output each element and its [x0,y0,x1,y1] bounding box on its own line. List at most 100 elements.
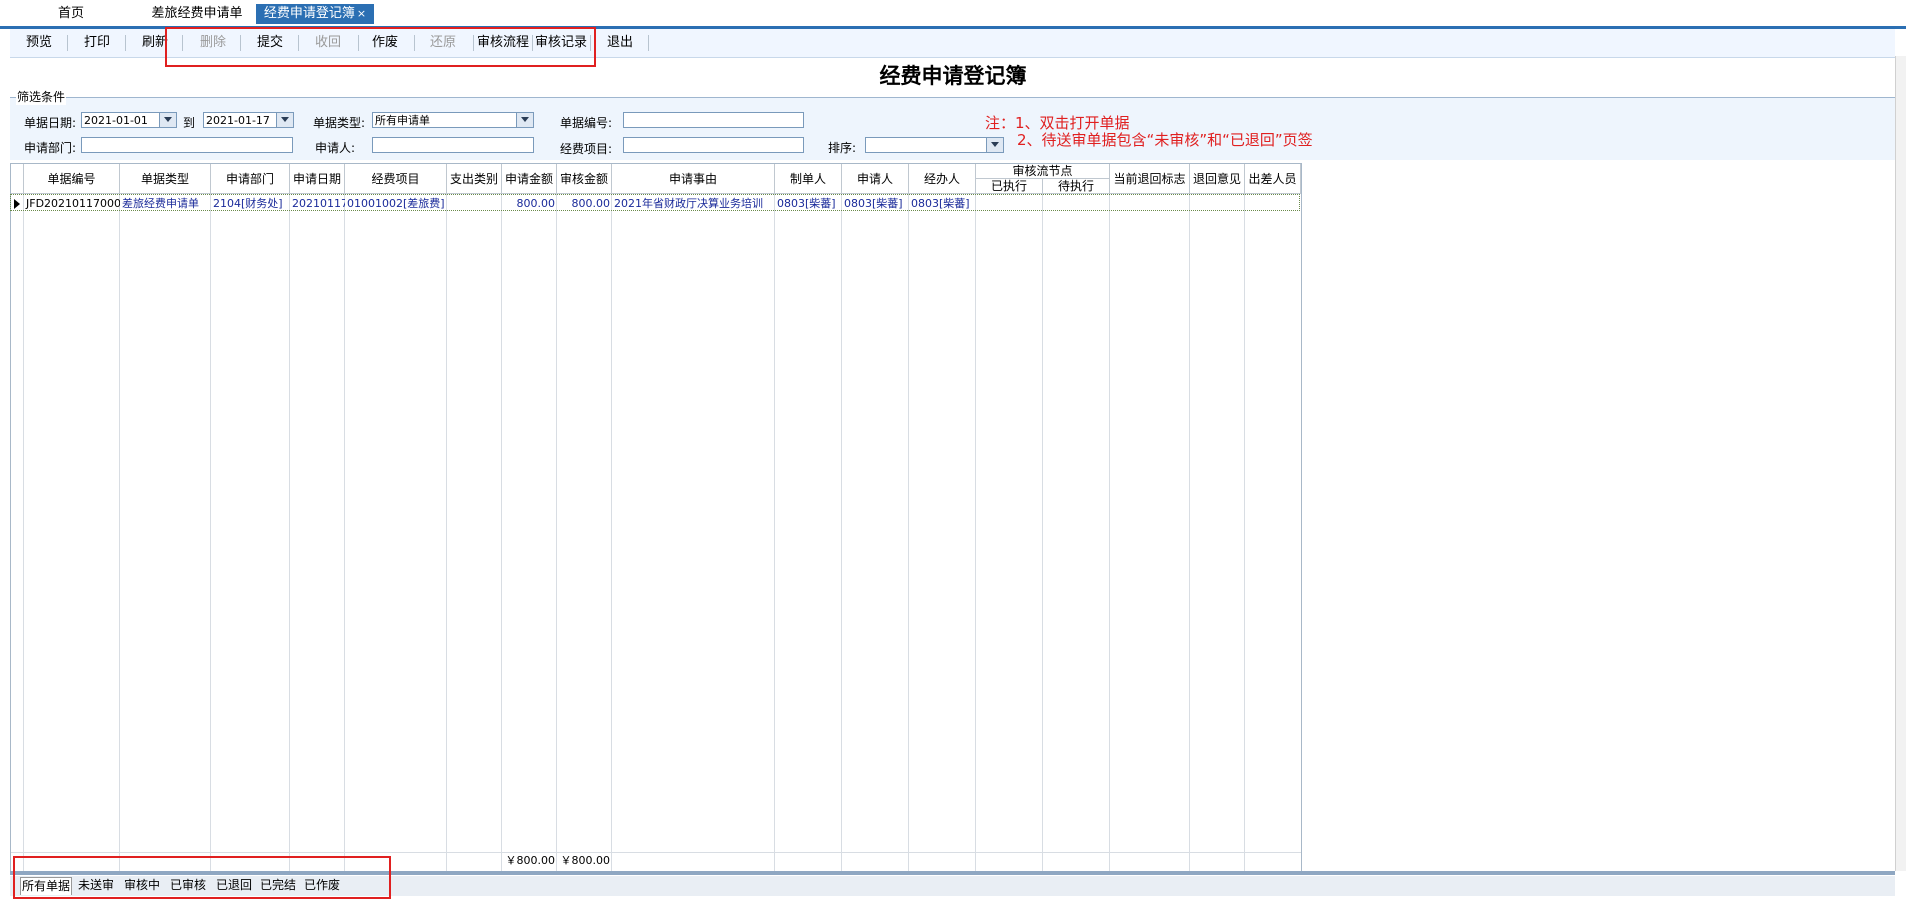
cell-type[interactable]: 差旅经费申请单 [120,195,211,212]
note-line-2: 2、待送审单据包含“未审核”和“已退回”页签 [1017,131,1313,149]
sort-select[interactable] [865,137,1004,153]
col-divider [501,194,502,872]
col-divider [611,194,612,872]
total-apply-amount: ￥800.00 [505,854,556,867]
tab-strip: 首页 差旅经费申请单 经费申请登记簿 × [0,0,1906,29]
col-header-dept[interactable]: 申请部门 [211,164,290,194]
chevron-down-icon[interactable] [986,138,1003,152]
col-header-item[interactable]: 经费项目 [345,164,447,194]
col-header-type[interactable]: 单据类型 [120,164,211,194]
item-input[interactable] [623,137,804,153]
cell-maker[interactable]: 0803[柴蕃] [775,195,842,212]
date-from-value: 2021-01-01 [84,114,148,127]
col-header-return-opinion[interactable]: 退回意见 [1190,164,1245,194]
cell-apply-amount[interactable]: 800.00 [502,195,557,212]
tab-travel-application[interactable]: 差旅经费申请单 [142,4,252,24]
sort-label: 排序: [828,141,857,155]
date-to-select[interactable]: 2021-01-17 [203,112,294,128]
chevron-down-icon[interactable] [276,113,293,127]
number-label: 单据编号: [560,116,613,130]
cell-approve-amount[interactable]: 800.00 [557,195,612,212]
tab-travel-application-label: 差旅经费申请单 [151,6,243,21]
cell-item[interactable]: 01001002[差旅费] [345,195,447,212]
col-header-approve-amount[interactable]: 审核金额 [557,164,612,194]
summary-divider [11,852,1301,853]
toolbar-divider [125,35,126,51]
cell-handler[interactable]: 0803[柴蕃] [909,195,976,212]
cell-date[interactable]: 20210117 [290,195,345,212]
col-divider [841,194,842,872]
close-icon[interactable]: × [357,7,366,20]
vertical-scrollbar[interactable] [1895,56,1906,871]
cell-executed[interactable] [976,195,1043,212]
number-input[interactable] [623,112,804,128]
tab-home-label: 首页 [57,6,84,21]
col-divider [908,194,909,872]
cell-pending[interactable] [1043,195,1110,212]
preview-button[interactable]: 预览 [22,34,56,52]
cell-applicant[interactable]: 0803[柴蕃] [842,195,909,212]
col-divider [289,194,290,872]
col-header-maker[interactable]: 制单人 [775,164,842,194]
row-pointer-icon [14,199,20,209]
col-divider [1109,194,1110,872]
applicant-input[interactable] [372,137,534,153]
col-header-travelers[interactable]: 出差人员 [1245,164,1301,194]
col-header-reason[interactable]: 申请事由 [612,164,775,194]
col-header-date[interactable]: 申请日期 [290,164,345,194]
cell-number[interactable]: JFD202101170001 [24,195,120,212]
date-to-value: 2021-01-17 [206,114,270,127]
chevron-down-icon[interactable] [516,113,533,127]
col-header-pending[interactable]: 待执行 [1043,179,1110,194]
total-approve-amount: ￥800.00 [560,854,611,867]
dept-label: 申请部门: [24,141,77,155]
applicant-label: 申请人: [315,141,356,155]
exit-button[interactable]: 退出 [603,34,637,52]
type-select[interactable]: 所有申请单 [372,112,534,128]
col-divider [344,194,345,872]
col-header-flow-node[interactable]: 审核流节点 [976,164,1110,179]
col-divider [774,194,775,872]
cell-dept[interactable]: 2104[财务处] [211,195,290,212]
tab-home[interactable]: 首页 [40,4,102,24]
cell-travelers[interactable] [1245,195,1301,212]
toolbar-divider [648,35,649,51]
tab-expense-register[interactable]: 经费申请登记簿 × [256,4,374,24]
type-label: 单据类型: [313,116,366,130]
cell-return-flag[interactable] [1110,195,1190,212]
col-header-return-flag[interactable]: 当前退回标志 [1110,164,1190,194]
col-divider [1244,194,1245,872]
row-indicator-header [11,164,24,194]
col-divider [23,194,24,872]
tab-expense-register-label: 经费申请登记簿 [263,6,355,21]
col-header-executed[interactable]: 已执行 [976,179,1043,194]
col-header-apply-amount[interactable]: 申请金额 [502,164,557,194]
to-label: 到 [183,116,196,130]
col-divider [1189,194,1190,872]
toolbar-divider [67,35,68,51]
date-label: 单据日期: [24,116,77,130]
print-button[interactable]: 打印 [80,34,114,52]
col-header-applicant[interactable]: 申请人 [842,164,909,194]
cell-category[interactable] [447,195,502,212]
filter-legend: 筛选条件 [16,88,67,105]
highlight-box-status-tabs [13,856,391,899]
col-divider [556,194,557,872]
col-divider [119,194,120,872]
date-from-select[interactable]: 2021-01-01 [81,112,177,128]
col-divider [975,194,976,872]
page-title: 经费申请登记簿 [879,64,1027,88]
col-divider [1042,194,1043,872]
col-divider [210,194,211,872]
dept-input[interactable] [81,137,293,153]
item-label: 经费项目: [560,142,613,156]
col-header-handler[interactable]: 经办人 [909,164,976,194]
chevron-down-icon[interactable] [159,113,176,127]
col-header-category[interactable]: 支出类别 [447,164,502,194]
col-header-number[interactable]: 单据编号 [24,164,120,194]
data-grid: 单据编号 单据类型 申请部门 申请日期 经费项目 支出类别 申请金额 审核金额 … [10,163,1302,873]
cell-reason[interactable]: 2021年省财政厅决算业务培训 [612,195,775,212]
type-value: 所有申请单 [375,114,430,127]
cell-return-opinion[interactable] [1190,195,1245,212]
col-divider [446,194,447,872]
